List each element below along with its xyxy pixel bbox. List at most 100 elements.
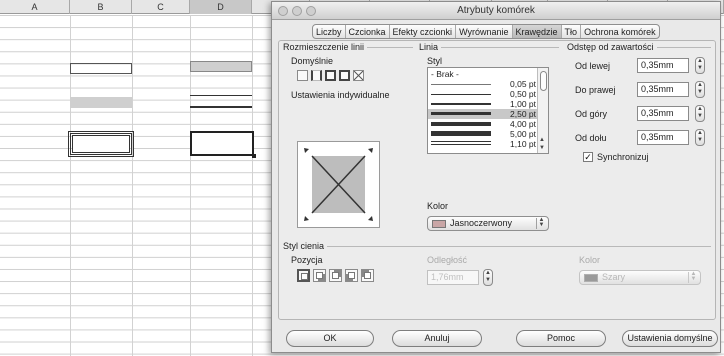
spacing-bottom-stepper[interactable]: ▲ ▼: [695, 129, 705, 146]
line-heading: Linia: [419, 42, 442, 52]
spacing-left-field[interactable]: 0,35mm: [637, 58, 689, 73]
line-sample: [431, 112, 491, 115]
spacing-top-stepper[interactable]: ▲ ▼: [695, 105, 705, 122]
line-sample: [431, 131, 491, 136]
popup-arrows-icon: ▲ ▼: [688, 271, 698, 283]
border-preset-box-inner[interactable]: [339, 70, 350, 81]
shadow-bottom-right-icon: [316, 272, 323, 279]
line-style-option[interactable]: 1,00 pt: [428, 99, 538, 109]
borders-panel: Rozmieszczenie linii Domyślnie Ustawieni…: [278, 40, 716, 320]
line-style-list[interactable]: - Brak - 0,05 pt 0,50 pt 1,00 pt 2,50 pt…: [427, 67, 549, 154]
spacing-left-label: Od lewej: [575, 61, 611, 71]
border-preset-box[interactable]: [325, 70, 336, 81]
help-button[interactable]: Pomoc: [516, 330, 606, 347]
spacing-left-stepper[interactable]: ▲ ▼: [695, 57, 705, 74]
bordered-cell-b[interactable]: [70, 63, 132, 74]
line-style-label: Styl: [427, 56, 443, 66]
shadow-top-left-button[interactable]: [361, 269, 374, 282]
border-preview[interactable]: [297, 141, 380, 228]
tab-bar: Liczby Czcionka Efekty czcionki Wyrównan…: [312, 24, 660, 39]
shadow-bottom-right-button[interactable]: [313, 269, 326, 282]
column-header-a[interactable]: A: [0, 0, 70, 14]
shaded-cell-d[interactable]: [190, 61, 252, 72]
line-sample: [431, 84, 491, 85]
spacing-right-stepper[interactable]: ▲ ▼: [695, 81, 705, 98]
line-sample: [431, 144, 491, 145]
section-rule: [283, 246, 711, 247]
spacing-bottom-field[interactable]: 0,35mm: [637, 130, 689, 145]
shadow-distance-label: Odległość: [427, 255, 468, 265]
defaults-button[interactable]: Ustawienia domyślne: [622, 330, 718, 347]
shadow-top-right-button[interactable]: [329, 269, 342, 282]
shaded-cell-b[interactable]: [70, 97, 132, 108]
selected-cell-b[interactable]: [72, 135, 130, 153]
grid-line: [252, 15, 253, 356]
line-style-option-selected[interactable]: 2,50 pt: [428, 109, 538, 119]
scroll-down-arrow-icon[interactable]: ▼: [539, 145, 545, 151]
column-header-d[interactable]: D: [190, 0, 252, 14]
shadow-heading: Styl cienia: [283, 241, 328, 251]
spacing-right-field[interactable]: 0,35mm: [637, 82, 689, 97]
line-style-option[interactable]: 1,10 pt: [428, 139, 538, 149]
cell-attributes-dialog: Atrybuty komórek Liczby Czcionka Efekty …: [271, 1, 721, 353]
spacing-bottom-label: Od dołu: [575, 133, 607, 143]
line-style-option[interactable]: 4,00 pt: [428, 119, 538, 129]
tab-font-effects[interactable]: Efekty czcionki: [390, 25, 457, 38]
tab-cell-protection[interactable]: Ochrona komórek: [581, 25, 659, 38]
fill-handle[interactable]: [252, 154, 256, 158]
spacing-right-label: Do prawej: [575, 85, 616, 95]
ok-button[interactable]: OK: [286, 330, 374, 347]
shadow-color-label: Kolor: [579, 255, 601, 265]
shadow-distance-field[interactable]: 1,76mm: [427, 270, 479, 285]
tab-alignment[interactable]: Wyrównanie: [456, 25, 513, 38]
user-defined-label: Ustawienia indywidualne: [291, 90, 390, 100]
line-style-option[interactable]: 0,05 pt: [428, 79, 538, 89]
cell-bottom-border: [190, 95, 252, 96]
synchronize-label: Synchronizuj: [597, 152, 649, 162]
shadow-position-label: Pozycja: [291, 255, 323, 265]
line-sample: [431, 122, 491, 126]
tab-font[interactable]: Czcionka: [346, 25, 390, 38]
column-header-c[interactable]: C: [132, 0, 190, 14]
line-color-popup[interactable]: Jasnoczerwony ▲ ▼: [427, 216, 549, 231]
shadow-color-popup[interactable]: Szary ▲ ▼: [579, 270, 701, 285]
shadow-none-button[interactable]: [297, 269, 310, 282]
shadow-bottom-left-button[interactable]: [345, 269, 358, 282]
line-style-option[interactable]: - Brak -: [428, 69, 538, 79]
border-preset-outer[interactable]: [311, 70, 322, 81]
cancel-button[interactable]: Anuluj: [392, 330, 482, 347]
line-sample: [431, 103, 491, 105]
spacing-top-label: Od góry: [575, 109, 608, 119]
color-swatch: [432, 220, 446, 228]
tab-numbers[interactable]: Liczby: [313, 25, 346, 38]
shadow-bottom-left-icon: [348, 272, 355, 279]
title-bar[interactable]: Atrybuty komórek: [272, 2, 720, 20]
spacing-top-field[interactable]: 0,35mm: [637, 106, 689, 121]
line-style-option[interactable]: 0,50 pt: [428, 89, 538, 99]
column-header-b[interactable]: B: [70, 0, 132, 14]
line-sample: [431, 94, 491, 95]
default-label: Domyślnie: [291, 56, 334, 66]
border-preview-drawing: [304, 148, 373, 221]
line-style-option[interactable]: 5,00 pt: [428, 129, 538, 139]
scroll-up-arrow-icon[interactable]: ▲: [539, 137, 545, 143]
popup-arrows-icon: ▲ ▼: [536, 217, 546, 229]
border-preset-diagonal[interactable]: [353, 70, 364, 81]
line-color-label: Kolor: [427, 201, 449, 211]
line-arrangement-heading: Rozmieszczenie linii: [283, 42, 368, 52]
diagonal-icon: [354, 71, 363, 80]
shadow-none-icon: [301, 273, 308, 280]
border-preset-none[interactable]: [297, 70, 308, 81]
shadow-distance-stepper[interactable]: ▲ ▼: [483, 269, 493, 286]
shadow-top-left-icon: [364, 272, 371, 279]
tab-background[interactable]: Tło: [562, 25, 582, 38]
scroll-thumb[interactable]: [540, 71, 547, 91]
line-sample: [431, 141, 491, 142]
shadow-top-right-icon: [332, 272, 339, 279]
dialog-title: Atrybuty komórek: [457, 5, 535, 16]
grid-line: [132, 15, 133, 356]
tab-borders[interactable]: Krawędzie: [512, 25, 562, 38]
selected-cell-d[interactable]: [190, 131, 254, 156]
synchronize-checkbox[interactable]: ✓: [583, 152, 593, 162]
line-list-scrollbar[interactable]: ▲ ▼: [537, 68, 548, 153]
